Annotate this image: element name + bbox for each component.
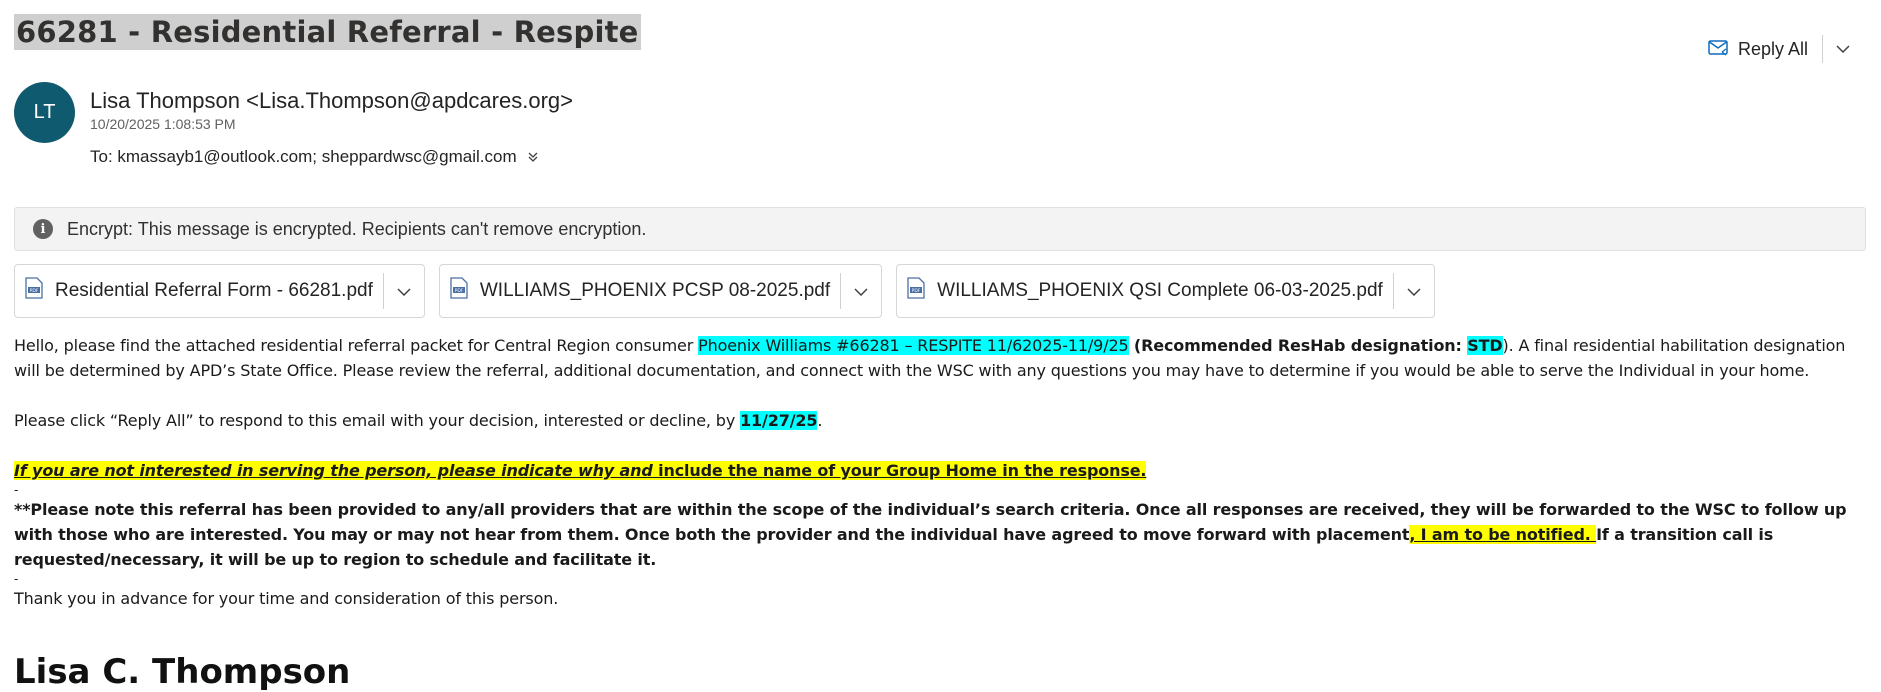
message-body: Hello, please find the attached resident… <box>14 333 1874 611</box>
recipients-line: To: kmassayb1@outlook.com; sheppardwsc@g… <box>90 147 539 167</box>
highlighted-deadline: 11/27/25 <box>740 411 818 430</box>
attachment-menu-button[interactable] <box>1394 265 1434 317</box>
body-italic-text: If you are not interested in serving the… <box>14 461 653 480</box>
dash-separator: - <box>14 483 19 497</box>
body-text: Please click “Reply All” to respond to t… <box>14 411 741 430</box>
svg-text:PDF: PDF <box>912 288 921 294</box>
body-paragraph: Hello, please find the attached resident… <box>14 333 1874 383</box>
reply-all-group: Reply All <box>1700 32 1857 66</box>
attachment-menu-button[interactable] <box>841 265 881 317</box>
attachment-open[interactable]: PDF Residential Referral Form - 66281.pd… <box>25 265 383 317</box>
reply-more-button[interactable] <box>1829 35 1857 63</box>
body-text: Thank you in advance for your time and c… <box>14 589 559 608</box>
body-text: . <box>817 411 823 430</box>
reply-divider <box>1822 35 1824 63</box>
body-text: Hello, please find the attached resident… <box>14 336 699 355</box>
info-icon: i <box>33 219 53 239</box>
attachment-card: PDF WILLIAMS_PHOENIX PCSP 08-2025.pdf <box>438 264 883 318</box>
sent-datetime: 10/20/2025 1:08:53 PM <box>90 116 236 132</box>
pdf-icon: PDF <box>907 277 925 305</box>
reply-all-label: Reply All <box>1738 38 1809 59</box>
attachment-name: Residential Referral Form - 66281.pdf <box>55 280 373 301</box>
body-paragraph: If you are not interested in serving the… <box>14 458 1874 483</box>
highlighted-notice: , I am to be notified. <box>1409 525 1597 544</box>
email-subject: 66281 - Residential Referral - Respite <box>14 14 641 50</box>
reply-all-button[interactable]: Reply All <box>1700 38 1816 61</box>
avatar: LT <box>14 82 75 143</box>
encryption-text: Encrypt: This message is encrypted. Reci… <box>67 218 647 239</box>
attachment-card: PDF WILLIAMS_PHOENIX QSI Complete 06-03-… <box>896 264 1435 318</box>
attachment-name: WILLIAMS_PHOENIX QSI Complete 06-03-2025… <box>937 280 1383 301</box>
reply-all-icon <box>1708 38 1730 61</box>
highlighted-consumer: Phoenix Williams #66281 – RESPITE 11/620… <box>698 336 1129 355</box>
pdf-icon: PDF <box>450 277 468 305</box>
highlighted-designation: STD <box>1467 336 1503 355</box>
chevron-down-icon <box>854 280 868 302</box>
body-paragraph: Thank you in advance for your time and c… <box>14 586 1874 611</box>
encryption-banner: i Encrypt: This message is encrypted. Re… <box>14 207 1866 251</box>
svg-text:PDF: PDF <box>30 288 39 294</box>
body-bold-text: include the name of your Group Home in t… <box>652 461 1147 480</box>
attachment-list: PDF Residential Referral Form - 66281.pd… <box>14 264 1435 318</box>
body-bold-text: (Recommended ResHab designation: <box>1128 336 1468 355</box>
pdf-icon: PDF <box>25 277 43 305</box>
attachment-open[interactable]: PDF WILLIAMS_PHOENIX QSI Complete 06-03-… <box>907 265 1393 317</box>
chevron-down-icon <box>1836 40 1850 58</box>
svg-text:PDF: PDF <box>454 288 463 294</box>
dash-separator: - <box>14 572 19 586</box>
attachment-card: PDF Residential Referral Form - 66281.pd… <box>14 264 425 318</box>
body-paragraph: Please click “Reply All” to respond to t… <box>14 408 1874 433</box>
chevron-down-icon <box>1407 280 1421 302</box>
sender-name[interactable]: Lisa Thompson <Lisa.Thompson@apdcares.or… <box>90 88 573 114</box>
chevron-down-icon <box>397 280 411 302</box>
attachment-name: WILLIAMS_PHOENIX PCSP 08-2025.pdf <box>479 280 831 301</box>
body-paragraph: **Please note this referral has been pro… <box>14 497 1874 572</box>
recipients-text[interactable]: To: kmassayb1@outlook.com; sheppardwsc@g… <box>90 147 517 167</box>
expand-recipients-icon[interactable] <box>527 151 539 163</box>
attachment-menu-button[interactable] <box>384 265 424 317</box>
signature-name: Lisa C. Thompson <box>14 652 351 692</box>
attachment-open[interactable]: PDF WILLIAMS_PHOENIX PCSP 08-2025.pdf <box>450 265 840 317</box>
